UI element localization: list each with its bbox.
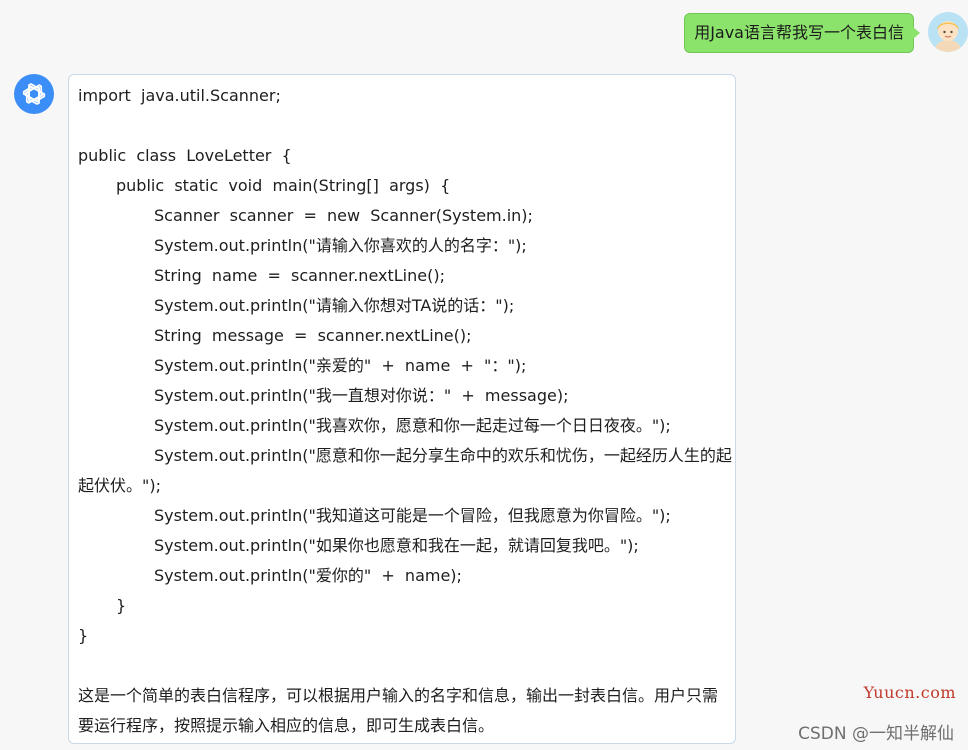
code-line: String message = scanner.nextLine(); xyxy=(154,326,472,345)
code-line: Scanner scanner = new Scanner(System.in)… xyxy=(154,206,533,225)
code-line: System.out.println("如果你也愿意和我在一起，就请回复我吧。"… xyxy=(154,536,639,555)
user-message-bubble: 用Java语言帮我写一个表白信 xyxy=(684,13,920,53)
user-avatar-icon xyxy=(928,12,968,52)
code-line: public static void main(String[] args) { xyxy=(116,176,451,195)
code-line: System.out.println("我知道这可能是一个冒险，但我愿意为你冒险… xyxy=(154,506,671,525)
code-line: System.out.println("我喜欢你，愿意和你一起走过每一个日日夜夜… xyxy=(154,416,671,435)
code-line: System.out.println("请输入你想对TA说的话："); xyxy=(154,296,515,315)
code-line: System.out.println("愿意和你一起分享生命中的欢乐和忧伤，一起… xyxy=(154,446,732,465)
code-line: System.out.println("我一直想对你说：" + message)… xyxy=(154,386,569,405)
openai-logo-icon xyxy=(14,74,54,114)
bot-message-bubble: import java.util.Scanner; public class L… xyxy=(68,74,736,744)
code-line: public class LoveLetter { xyxy=(78,146,292,165)
code-line: } xyxy=(116,596,127,615)
code-line: String name = scanner.nextLine(); xyxy=(154,266,445,285)
code-line: 起伏伏。"); xyxy=(78,476,161,495)
code-line: System.out.println("请输入你喜欢的人的名字："); xyxy=(154,236,527,255)
csdn-watermark: CSDN @一知半解仙 xyxy=(798,724,954,744)
summary-paragraph: 这是一个简单的表白信程序，可以根据用户输入的名字和信息，输出一封表白信。用户只需… xyxy=(78,686,719,735)
code-line: import java.util.Scanner; xyxy=(78,86,281,105)
code-line: System.out.println("爱你的" + name); xyxy=(154,566,462,585)
code-line: System.out.println("亲爱的" + name + "："); xyxy=(154,356,527,375)
yuucn-watermark: Yuucn.com xyxy=(863,683,956,702)
code-line: } xyxy=(78,626,89,645)
